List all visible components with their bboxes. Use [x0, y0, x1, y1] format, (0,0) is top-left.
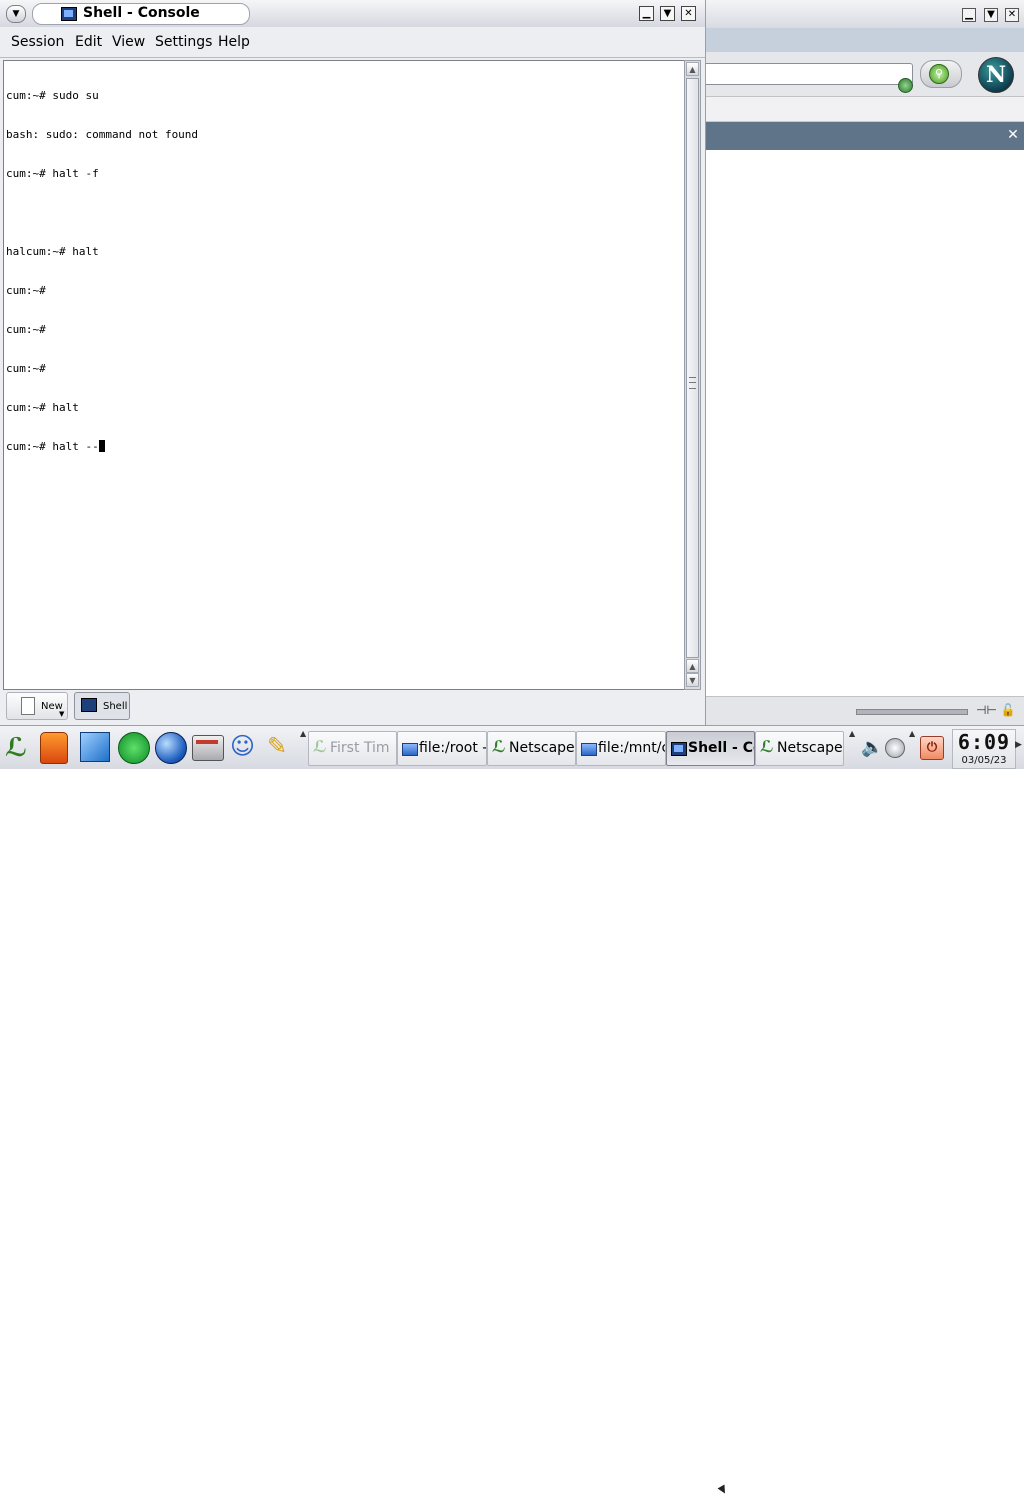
- scrollbar-thumb[interactable]: [686, 78, 699, 658]
- task-first-time[interactable]: ℒ First Tim: [308, 731, 397, 766]
- maximize-button[interactable]: ▼: [984, 8, 998, 22]
- menu-bar: Session Edit View Settings Help: [0, 27, 705, 58]
- scroll-down-button[interactable]: ▼: [686, 673, 699, 687]
- search-button[interactable]: ⚲: [920, 60, 962, 88]
- netscape-logo-icon[interactable]: N: [978, 57, 1014, 93]
- netscape-sidebar-header: ✕: [706, 122, 1024, 150]
- clock[interactable]: 6:09 03/05/23: [952, 729, 1016, 769]
- task-file-root[interactable]: file:/root -: [397, 731, 487, 766]
- terminal-line: cum:~# sudo su: [6, 89, 99, 102]
- close-button[interactable]: ✕: [1005, 8, 1019, 22]
- search-icon: ⚲: [929, 64, 949, 84]
- mailbox-icon[interactable]: [192, 735, 224, 761]
- scroll-up-button-lower[interactable]: ▲: [686, 659, 699, 673]
- task-label: file:/mnt/c: [598, 740, 666, 756]
- task-label: Shell - Co: [688, 740, 754, 756]
- menu-help[interactable]: Help: [218, 34, 250, 50]
- terminal-icon: [61, 7, 77, 21]
- menu-session[interactable]: Session: [11, 34, 64, 50]
- window-title-pill: Shell - Console: [32, 3, 250, 25]
- terminal-line: halcum:~# halt: [6, 245, 99, 258]
- netscape-toolbar: ⚲ N: [706, 52, 1024, 97]
- runner-icon[interactable]: [118, 732, 150, 764]
- go-icon[interactable]: [898, 78, 913, 93]
- task-netscape-1[interactable]: ℒ Netscape: [487, 731, 576, 766]
- folder-icon: [402, 743, 418, 756]
- task-label: Netscape: [509, 740, 575, 756]
- window-menu-button[interactable]: ▼: [6, 5, 26, 23]
- vertical-scrollbar[interactable]: ▲ ▲ ▼: [684, 60, 701, 690]
- pen-icon[interactable]: ✎: [265, 732, 295, 762]
- terminal-icon: [81, 698, 97, 712]
- first-time-icon: ℒ: [313, 737, 327, 756]
- speaker-icon[interactable]: 🔈: [861, 737, 883, 758]
- session-tab-shell[interactable]: Shell: [74, 692, 130, 720]
- chevron-up-icon[interactable]: ▲: [849, 729, 855, 738]
- netscape-tab-strip: [706, 28, 1024, 52]
- menu-settings[interactable]: Settings: [155, 34, 212, 50]
- netscape-titlebar: ▁ ▼ ✕: [706, 0, 1024, 29]
- netscape-window: ▁ ▼ ✕ ⚲ N ✕ ⊣⊢ 🔓: [706, 0, 1024, 725]
- progress-track: [856, 709, 968, 715]
- folder-icon: [581, 743, 597, 756]
- chevron-right-icon[interactable]: ▶: [1015, 740, 1022, 750]
- terminal-icon: [671, 742, 687, 756]
- maximize-button[interactable]: ▼: [660, 6, 675, 21]
- disk-icon[interactable]: [885, 738, 905, 758]
- new-document-icon: [21, 697, 35, 715]
- task-label: Netscape: [777, 740, 843, 756]
- vest-icon[interactable]: [40, 732, 68, 764]
- grip-icon: [689, 377, 696, 389]
- session-tab-bar: New ▼ Shell: [0, 690, 705, 725]
- konsole-window: ▼ Shell - Console ▁ ▼ ✕ Session Edit Vie…: [0, 0, 706, 725]
- netscape-icon: ℒ: [492, 737, 506, 756]
- terminal-line: cum:~# halt -f: [6, 167, 99, 180]
- chevron-up-icon[interactable]: ▲: [909, 729, 915, 738]
- people-icon[interactable]: ☺: [228, 732, 258, 762]
- terminal-line: cum:~# halt: [6, 401, 79, 414]
- window-title: Shell - Console: [83, 5, 200, 21]
- terminal-line: cum:~#: [6, 323, 46, 336]
- clock-date: 03/05/23: [961, 755, 1007, 766]
- menu-view[interactable]: View: [112, 34, 145, 50]
- task-shell-console[interactable]: Shell - Co: [666, 731, 755, 766]
- url-input[interactable]: [706, 63, 913, 93]
- terminal-current-input: cum:~# halt --: [6, 440, 99, 453]
- close-button[interactable]: ✕: [681, 6, 696, 21]
- kmenu-icon[interactable]: ℒ: [2, 732, 32, 763]
- terminal-prompt-line: cum:~# halt --: [6, 440, 198, 453]
- terminal-line: bash: sudo: command not found: [6, 128, 199, 141]
- cube-icon[interactable]: [80, 732, 110, 762]
- terminal-line: cum:~#: [6, 284, 46, 297]
- mouse-pointer-icon: [717, 1484, 729, 1495]
- netscape-icon: ℒ: [760, 737, 774, 756]
- terminal-line: cum:~#: [6, 362, 46, 375]
- chevron-up-icon[interactable]: ▲: [300, 729, 306, 738]
- globe-icon[interactable]: [155, 732, 187, 764]
- netscape-bookmarks-bar: [706, 97, 1024, 122]
- text-cursor: [98, 440, 105, 452]
- session-tab-label: Shell: [103, 701, 128, 712]
- new-session-button[interactable]: New ▼: [6, 692, 68, 720]
- chevron-down-icon[interactable]: ▼: [59, 710, 64, 718]
- task-file-mnt[interactable]: file:/mnt/c: [576, 731, 666, 766]
- task-label: First Tim: [330, 740, 390, 756]
- task-netscape-2[interactable]: ℒ Netscape: [755, 731, 844, 766]
- terminal-output[interactable]: cum:~# sudo su bash: sudo: command not f…: [3, 60, 686, 690]
- menu-edit[interactable]: Edit: [75, 34, 102, 50]
- clock-time: 6:09: [957, 730, 1011, 754]
- konsole-titlebar: ▼ Shell - Console ▁ ▼ ✕: [0, 0, 705, 27]
- taskbar: ℒ ☺ ✎ ▲ ℒ First Tim file:/root - ℒ Netsc…: [0, 725, 1024, 1495]
- netscape-status-bar: ⊣⊢ 🔓: [706, 696, 1024, 725]
- scroll-up-button[interactable]: ▲: [686, 62, 699, 76]
- panel-close-icon[interactable]: ✕: [1006, 127, 1020, 143]
- lock-icon: ⊣⊢ 🔓: [976, 703, 1016, 717]
- power-icon[interactable]: ⏻: [920, 736, 944, 760]
- minimize-button[interactable]: ▁: [962, 8, 976, 22]
- task-label: file:/root -: [419, 740, 487, 756]
- minimize-button[interactable]: ▁: [639, 6, 654, 21]
